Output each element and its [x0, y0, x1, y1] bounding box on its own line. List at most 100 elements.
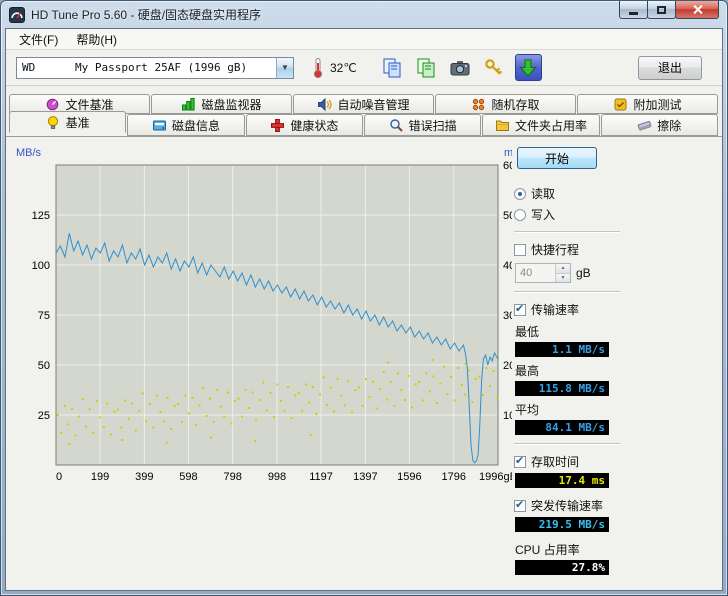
separator	[514, 231, 620, 233]
tab-extra-tests[interactable]: 附加测试	[577, 94, 718, 114]
tab-erase[interactable]: 擦除	[601, 114, 718, 136]
svg-text:MB/s: MB/s	[16, 147, 42, 159]
svg-text:30: 30	[503, 310, 512, 322]
svg-text:199: 199	[91, 471, 109, 483]
tab-label: 文件夹占用率	[515, 117, 587, 134]
keys-icon	[483, 57, 505, 79]
separator	[514, 443, 620, 445]
menu-file[interactable]: 文件(F)	[10, 29, 67, 50]
close-button[interactable]	[675, 1, 719, 19]
read-label: 读取	[531, 185, 555, 202]
read-radio[interactable]: 读取	[514, 185, 620, 202]
file-benchmark-icon	[45, 97, 60, 112]
spin-down-button[interactable]: ▼	[556, 274, 570, 283]
drive-selector[interactable]: WD My Passport 25AF (1996 gB) ▼	[16, 57, 294, 79]
temperature-indicator: 32℃	[308, 57, 357, 79]
svg-text:0: 0	[56, 471, 62, 483]
svg-text:998: 998	[268, 471, 286, 483]
short-stroke-checkbox[interactable]: 快捷行程	[514, 241, 620, 258]
svg-text:20: 20	[503, 360, 512, 372]
disk-info-icon	[152, 118, 167, 133]
spin-up-button[interactable]: ▲	[556, 264, 570, 274]
tab-disk-info[interactable]: 磁盘信息	[127, 114, 244, 136]
svg-text:50: 50	[38, 360, 50, 372]
min-value-box: 1.1 MB/s	[515, 342, 609, 357]
svg-text:1596: 1596	[397, 471, 421, 483]
magnifier-icon	[389, 118, 404, 133]
transfer-rate-label: 传输速率	[531, 301, 579, 318]
hd-tune-window: HD Tune Pro 5.60 - 硬盘/固态硬盘实用程序 文件(F) 帮助(…	[0, 0, 728, 596]
tab-label: 基准	[66, 114, 90, 131]
chevron-down-icon[interactable]: ▼	[276, 58, 293, 78]
burst-rate-label: 突发传输速率	[531, 497, 603, 514]
tab-label: 磁盘监视器	[201, 96, 261, 113]
disk-monitor-icon	[181, 97, 196, 112]
download-arrow-icon	[517, 57, 539, 79]
start-button[interactable]: 开始	[517, 147, 597, 169]
short-stroke-input[interactable]: 40 ▲ ▼	[515, 263, 571, 283]
svg-text:10: 10	[503, 410, 512, 422]
tab-disk-monitor[interactable]: 磁盘监视器	[151, 94, 292, 114]
tab-label: 磁盘信息	[172, 117, 220, 134]
tab-benchmark[interactable]: 基准	[9, 111, 126, 133]
exit-button[interactable]: 退出	[638, 56, 702, 80]
svg-text:60: 60	[503, 160, 512, 172]
menu-help[interactable]: 帮助(H)	[67, 29, 126, 50]
app-icon	[9, 7, 25, 23]
access-time-checkbox[interactable]: 存取时间	[514, 453, 620, 470]
control-panel: 开始 读取 写入 快捷行程 40	[514, 141, 620, 577]
maximize-button[interactable]	[647, 1, 676, 19]
tab-aam[interactable]: 自动噪音管理	[293, 94, 434, 114]
svg-text:ms: ms	[504, 147, 512, 159]
tab-label: 错误扫描	[409, 117, 457, 134]
copy-pages-blue-icon	[381, 57, 403, 79]
titlebar[interactable]: HD Tune Pro 5.60 - 硬盘/固态硬盘实用程序	[1, 1, 727, 28]
transfer-rate-checkbox[interactable]: 传输速率	[514, 301, 620, 318]
tab-random-access[interactable]: 随机存取	[435, 94, 576, 114]
burst-rate-checkbox[interactable]: 突发传输速率	[514, 497, 620, 514]
svg-text:75: 75	[38, 310, 50, 322]
tab-error-scan[interactable]: 错误扫描	[364, 114, 481, 136]
radio-unselected-icon	[514, 209, 526, 221]
access-time-value: 17.4 ms	[559, 474, 605, 487]
svg-text:100: 100	[32, 260, 50, 272]
avg-label: 平均	[515, 401, 620, 418]
tab-health[interactable]: 健康状态	[246, 114, 363, 136]
client-area: 文件(F) 帮助(H) WD My Passport 25AF (1996 gB…	[5, 28, 723, 591]
tab-label: 擦除	[657, 117, 681, 134]
copy-image-button[interactable]	[413, 54, 440, 81]
tabs-area: 文件基准 磁盘监视器 自动噪音管理 随机存取附加测试 基准 磁盘信息 健康状态 错误扫描 文件…	[6, 86, 722, 136]
short-stroke-label: 快捷行程	[531, 241, 579, 258]
options-button[interactable]	[481, 54, 508, 81]
svg-text:25: 25	[38, 410, 50, 422]
speaker-icon	[317, 97, 332, 112]
copy-text-button[interactable]	[379, 54, 406, 81]
checkbox-unchecked-icon	[514, 244, 526, 256]
tab-label: 文件基准	[65, 96, 113, 113]
separator	[514, 291, 620, 293]
short-stroke-value: 40	[516, 264, 555, 282]
checkbox-checked-icon	[514, 304, 526, 316]
checkbox-checked-icon	[514, 456, 526, 468]
cpu-usage-value: 27.8%	[572, 561, 605, 574]
access-time-label: 存取时间	[531, 453, 579, 470]
folder-icon	[495, 118, 510, 133]
maximize-icon	[657, 6, 666, 14]
minimize-icon	[629, 12, 638, 15]
tab-label: 自动噪音管理	[337, 96, 409, 113]
write-radio[interactable]: 写入	[514, 206, 620, 223]
avg-value: 84.1 MB/s	[545, 421, 605, 434]
minimize-button[interactable]	[619, 1, 648, 19]
thermometer-icon	[308, 57, 328, 79]
svg-text:598: 598	[179, 471, 197, 483]
cpu-usage-value-box: 27.8%	[515, 560, 609, 575]
save-results-button[interactable]	[515, 54, 542, 81]
tab-folder-usage[interactable]: 文件夹占用率	[482, 114, 599, 136]
short-stroke-unit-label: gB	[576, 266, 591, 280]
burst-rate-value-box: 219.5 MB/s	[515, 517, 609, 532]
screenshot-button[interactable]	[447, 54, 474, 81]
benchmark-page: MB/sms2550751001251020304050600199399598…	[6, 136, 722, 591]
lamp-icon	[46, 115, 61, 130]
radio-selected-icon	[514, 188, 526, 200]
toolbar: WD My Passport 25AF (1996 gB) ▼ 32℃ 退出	[6, 50, 722, 86]
